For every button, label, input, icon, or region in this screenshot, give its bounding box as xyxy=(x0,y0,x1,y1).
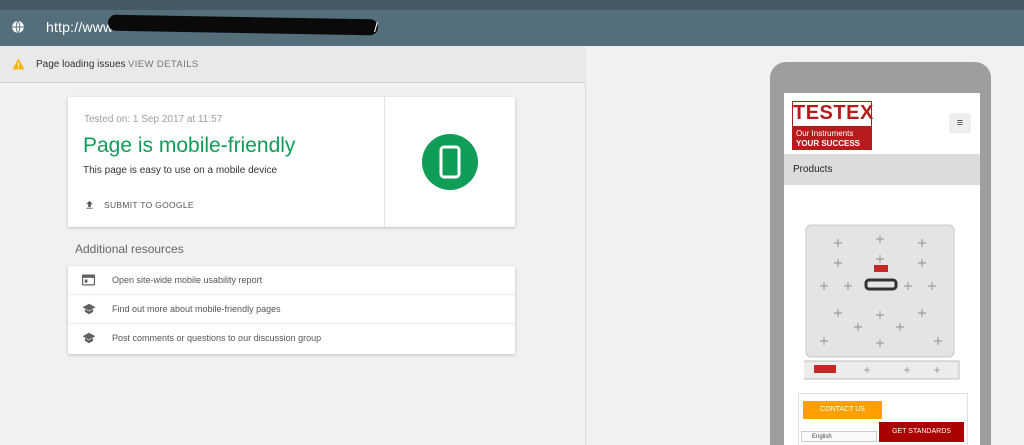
language-select[interactable]: English xyxy=(801,431,877,442)
products-header: Products xyxy=(784,154,980,185)
logo-tagline-band: Our Instruments YOUR SUCCESS xyxy=(793,126,871,150)
url-text[interactable]: http://www xyxy=(46,19,113,35)
url-redaction xyxy=(107,14,379,36)
resource-label: Open site-wide mobile usability report xyxy=(112,275,263,285)
address-bar-top-strip xyxy=(0,0,1024,10)
product-image xyxy=(804,224,960,380)
preview-form-box: CONTACT US English GET STANDARDS xyxy=(798,393,968,445)
products-label: Products xyxy=(793,164,833,175)
result-title: Page is mobile-friendly xyxy=(83,134,296,157)
logo-title: TESTEX xyxy=(793,102,874,124)
globe-icon xyxy=(12,20,24,34)
submit-to-google-button[interactable]: SUBMIT TO GOOGLE xyxy=(84,199,194,211)
submit-to-google-label: SUBMIT TO GOOGLE xyxy=(104,200,194,210)
url-tail: / xyxy=(374,19,378,35)
phone-screen-preview[interactable]: TESTEX Our Instruments YOUR SUCCESS ≡ Pr… xyxy=(784,93,980,445)
upload-icon xyxy=(86,200,93,209)
contact-us-button[interactable]: CONTACT US xyxy=(803,401,882,419)
phone-frame: TESTEX Our Instruments YOUR SUCCESS ≡ Pr… xyxy=(770,62,991,445)
view-details-link[interactable]: VIEW DETAILS xyxy=(128,59,199,70)
additional-resources-title: Additional resources xyxy=(75,242,184,256)
resource-item-discussion-group[interactable]: Post comments or questions to our discus… xyxy=(68,324,515,353)
smartphone-icon xyxy=(439,145,461,179)
logo-tagline-line1: Our Instruments xyxy=(796,129,854,138)
resource-label: Find out more about mobile-friendly page… xyxy=(112,304,281,314)
preview-panel: TESTEX Our Instruments YOUR SUCCESS ≡ Pr… xyxy=(587,46,1024,445)
card-divider xyxy=(384,97,385,227)
warning-icon xyxy=(12,58,25,70)
get-standards-button[interactable]: GET STANDARDS xyxy=(879,422,964,442)
page-loading-issues-label: Page loading issues xyxy=(36,59,126,70)
mobile-friendly-badge xyxy=(422,134,478,190)
resource-item-usability-report[interactable]: Open site-wide mobile usability report xyxy=(68,266,515,295)
page-issues-bar: Page loading issues VIEW DETAILS xyxy=(0,46,586,83)
school-icon xyxy=(82,332,96,344)
school-icon xyxy=(82,303,96,315)
result-card: Tested on: 1 Sep 2017 at 11:57 Page is m… xyxy=(68,97,515,227)
resources-list: Open site-wide mobile usability report F… xyxy=(68,266,515,354)
resource-item-mobile-friendly-info[interactable]: Find out more about mobile-friendly page… xyxy=(68,295,515,324)
tested-on-timestamp: Tested on: 1 Sep 2017 at 11:57 xyxy=(84,114,223,125)
address-bar: http://www / xyxy=(0,0,1024,46)
result-subtitle: This page is easy to use on a mobile dev… xyxy=(83,165,277,176)
resource-label: Post comments or questions to our discus… xyxy=(112,333,322,343)
language-value: English xyxy=(812,434,832,440)
results-panel: Page loading issues VIEW DETAILS Tested … xyxy=(0,46,586,445)
menu-icon[interactable]: ≡ xyxy=(949,113,971,133)
logo-tagline-line2: YOUR SUCCESS xyxy=(796,139,861,148)
testex-logo: TESTEX Our Instruments YOUR SUCCESS xyxy=(792,101,874,150)
report-icon xyxy=(82,274,95,286)
